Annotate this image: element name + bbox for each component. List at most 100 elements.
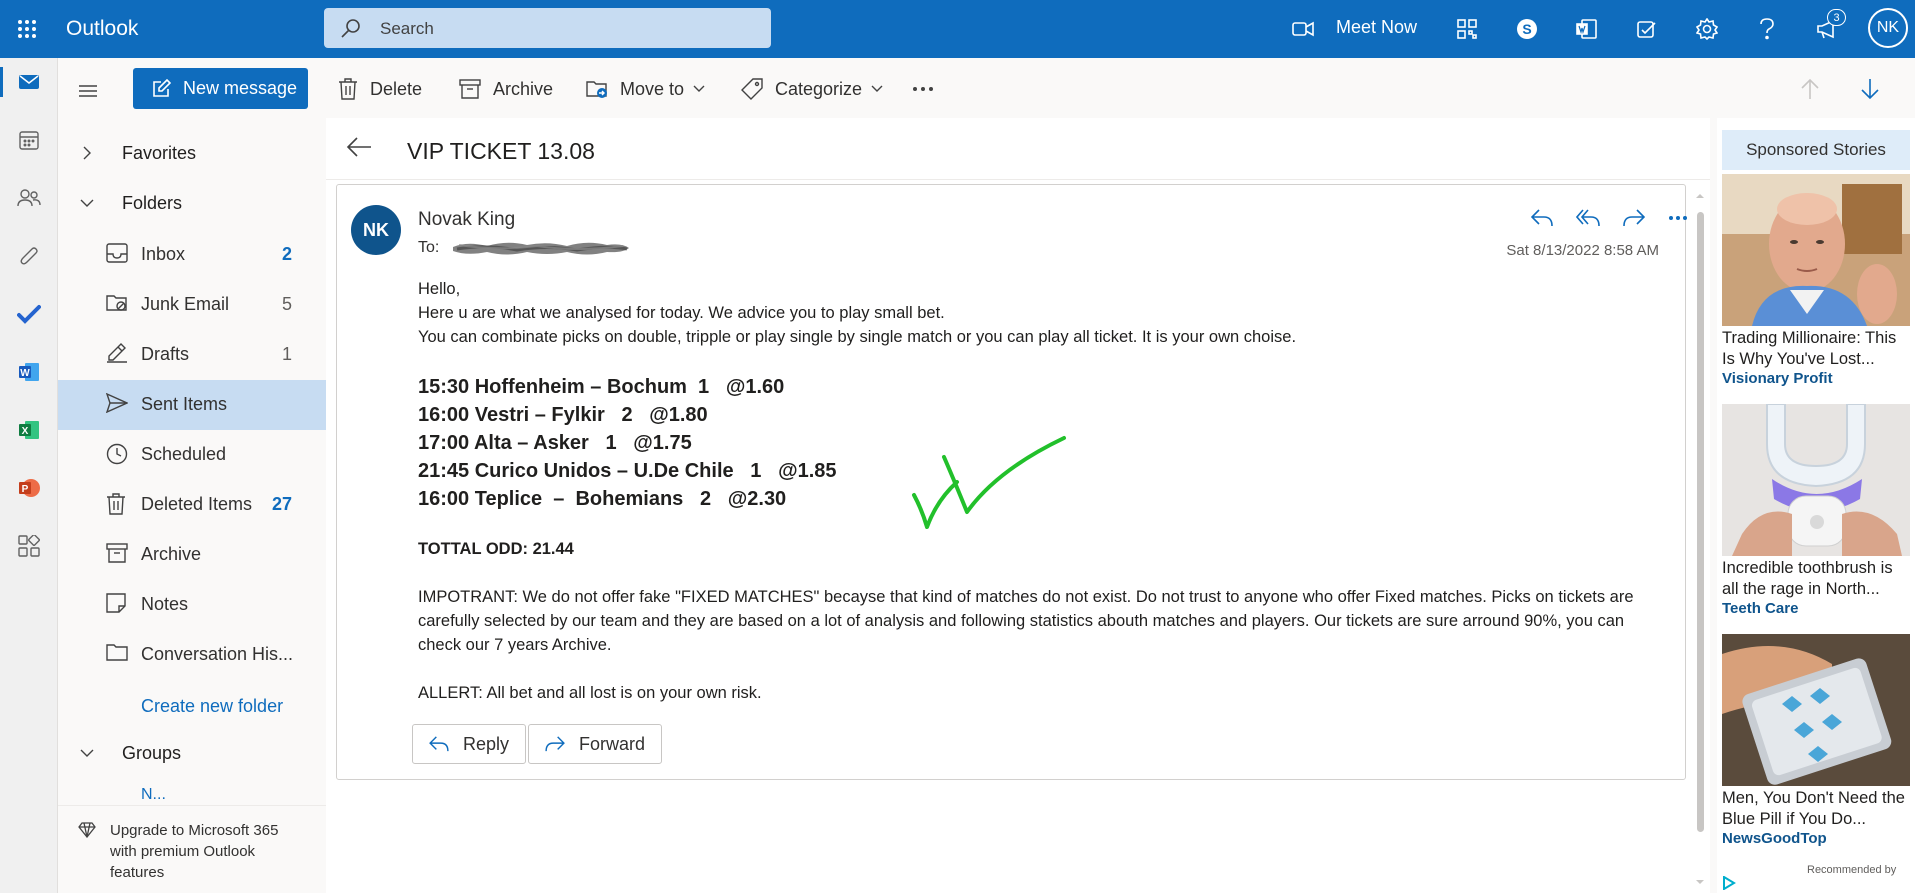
new-message-button[interactable]: New message <box>133 68 308 109</box>
ad-image[interactable] <box>1722 404 1910 556</box>
ad-title[interactable]: Trading Millionaire: This Is Why You've … <box>1722 328 1910 370</box>
video-camera-icon[interactable] <box>1288 14 1318 44</box>
folder-deleted-items[interactable]: Deleted Items 27 <box>58 480 326 530</box>
settings-gear-icon[interactable] <box>1692 14 1722 44</box>
folder-notes[interactable]: Notes <box>58 580 326 630</box>
folder-scheduled[interactable]: Scheduled <box>58 430 326 480</box>
arrow-down-icon[interactable] <box>1860 76 1892 102</box>
folders-section[interactable]: Folders <box>76 188 182 218</box>
delete-label: Delete <box>370 78 423 99</box>
folder-drafts[interactable]: Drafts 1 <box>58 330 326 380</box>
hamburger-menu-icon[interactable] <box>73 76 103 106</box>
folder-archive[interactable]: Archive <box>58 530 326 580</box>
more-actions-icon[interactable] <box>1663 203 1693 233</box>
ad-source[interactable]: Visionary Profit <box>1722 370 1910 387</box>
groups-label: Groups <box>122 742 182 763</box>
chevron-right-icon <box>76 146 98 160</box>
ad-choices-icon[interactable] <box>1722 876 1736 890</box>
folder-inbox[interactable]: Inbox 2 <box>58 230 326 280</box>
ad-title[interactable]: Men, You Don't Need the Blue Pill if You… <box>1722 788 1910 830</box>
pick-line: 15:30 Hoffenheim – Bochum 1 @1.60 <box>418 376 785 398</box>
more-options-icon[interactable] <box>912 76 946 102</box>
word-icon[interactable]: W <box>14 357 44 387</box>
chevron-down-icon <box>76 749 98 757</box>
svg-text:W: W <box>20 368 30 379</box>
upgrade-banner[interactable]: Upgrade to Microsoft 365 with premium Ou… <box>58 805 326 893</box>
ad-image[interactable] <box>1722 634 1910 786</box>
reply-icon[interactable] <box>1527 203 1557 233</box>
sender-avatar[interactable]: NK <box>351 205 401 255</box>
junk-folder-icon <box>106 293 128 313</box>
to-label: To: <box>418 239 440 256</box>
inbox-icon <box>106 243 128 263</box>
move-to-button[interactable]: Move to <box>586 76 705 102</box>
office-word-icon[interactable] <box>1572 14 1602 44</box>
favorites-section[interactable]: Favorites <box>76 138 196 168</box>
ad-item[interactable]: Trading Millionaire: This Is Why You've … <box>1722 174 1910 387</box>
ad-item[interactable]: Men, You Don't Need the Blue Pill if You… <box>1722 634 1910 847</box>
delete-button[interactable]: Delete <box>338 76 422 102</box>
send-icon <box>106 393 128 413</box>
chevron-down-icon <box>76 199 98 207</box>
app-launcher-icon[interactable] <box>10 12 44 46</box>
folder-sent-items[interactable]: Sent Items <box>58 380 326 430</box>
archive-button[interactable]: Archive <box>459 76 553 102</box>
categorize-button[interactable]: Categorize <box>741 76 883 102</box>
ad-source[interactable]: NewsGoodTop <box>1722 830 1910 847</box>
redacted-recipient <box>447 237 633 263</box>
mail-icon[interactable] <box>14 67 44 97</box>
trash-icon <box>339 78 357 100</box>
search-icon <box>340 18 362 38</box>
meet-now-button[interactable]: Meet Now <box>1336 17 1417 38</box>
groups-section[interactable]: Groups <box>76 738 181 768</box>
scroll-down-icon[interactable] <box>1690 877 1710 889</box>
account-avatar[interactable]: NK <box>1868 8 1908 48</box>
reply-all-icon[interactable] <box>1573 203 1603 233</box>
ad-image[interactable] <box>1722 174 1910 326</box>
ad-source[interactable]: Teeth Care <box>1722 600 1910 617</box>
forward-icon[interactable] <box>1619 203 1649 233</box>
excel-icon[interactable]: X <box>14 415 44 445</box>
groups-first-item[interactable]: N... <box>141 786 166 800</box>
help-icon[interactable] <box>1752 14 1782 44</box>
my-day-icon[interactable] <box>1632 14 1662 44</box>
app-title[interactable]: Outlook <box>66 17 138 41</box>
reply-icon <box>429 736 449 752</box>
calendar-icon[interactable] <box>14 125 44 155</box>
folder-label: Archive <box>141 544 202 564</box>
favorites-label: Favorites <box>122 142 197 163</box>
search-box[interactable]: Search <box>324 8 771 48</box>
reply-button[interactable]: Reply <box>412 724 527 764</box>
back-arrow-icon[interactable] <box>346 136 372 158</box>
skype-icon[interactable]: S <box>1512 14 1542 44</box>
scroll-up-icon[interactable] <box>1690 189 1710 201</box>
powerpoint-icon[interactable]: P <box>14 473 44 503</box>
compose-icon <box>153 78 171 97</box>
forward-icon <box>545 736 565 752</box>
forward-button[interactable]: Forward <box>528 724 663 764</box>
sender-name[interactable]: Novak King <box>418 209 515 231</box>
upgrade-text: Upgrade to Microsoft 365 with premium Ou… <box>110 822 279 881</box>
important-notice: IMPOTRANT: We do not offer fake "FIXED M… <box>418 588 1634 654</box>
folder-conversation-history[interactable]: Conversation His... <box>58 630 326 680</box>
people-icon[interactable] <box>14 183 44 213</box>
qr-apps-icon[interactable] <box>1452 14 1482 44</box>
arrow-up-icon[interactable] <box>1800 76 1832 102</box>
active-indicator <box>0 67 3 97</box>
clock-icon <box>106 443 128 465</box>
folder-junk-email[interactable]: Junk Email 5 <box>58 280 326 330</box>
note-icon <box>106 593 126 613</box>
scrollbar-thumb[interactable] <box>1697 212 1704 832</box>
todo-check-icon[interactable] <box>14 299 44 329</box>
more-apps-icon[interactable] <box>14 531 44 561</box>
ad-item[interactable]: Incredible toothbrush is all the rage in… <box>1722 404 1910 617</box>
tag-icon <box>741 78 763 100</box>
folder-label: Inbox <box>141 244 186 264</box>
attachment-paperclip-icon[interactable] <box>14 241 44 271</box>
vertical-scrollbar[interactable] <box>1690 185 1710 893</box>
ad-title[interactable]: Incredible toothbrush is all the rage in… <box>1722 558 1910 600</box>
create-new-folder-link[interactable]: Create new folder <box>141 696 283 717</box>
folder-label: Junk Email <box>141 294 230 314</box>
